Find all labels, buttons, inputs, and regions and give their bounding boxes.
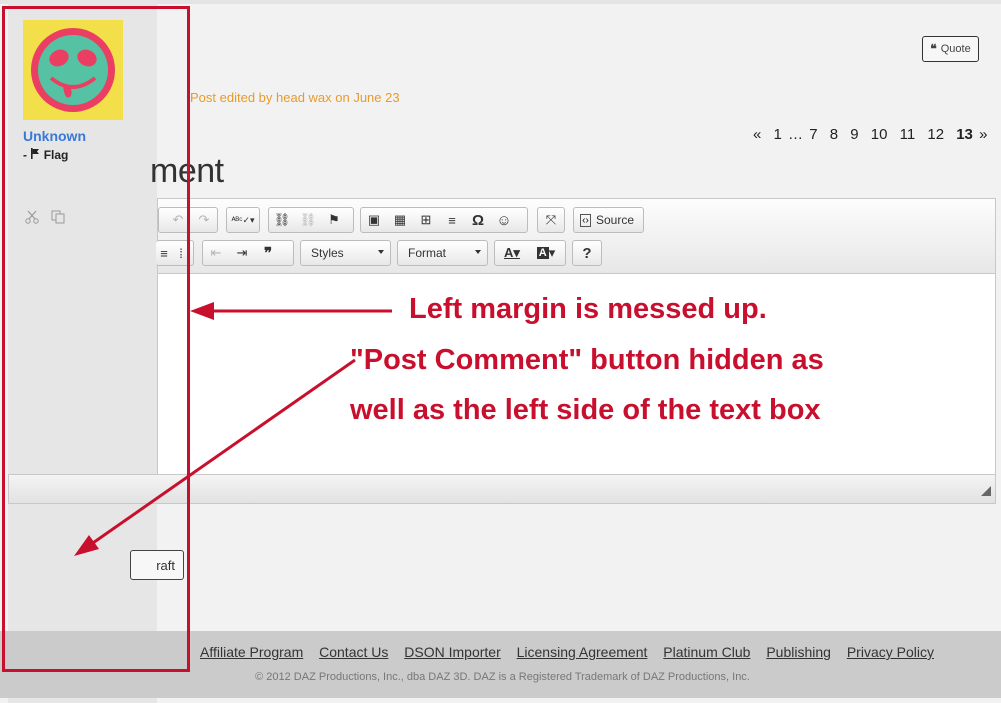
pagination: « 1 … 7 8 9 10 11 12 13 » (753, 126, 995, 143)
comment-textbox[interactable] (157, 274, 996, 474)
help-label: ? (582, 244, 592, 262)
spellcheck-icon[interactable]: ᴬᴮᶜ✓▾ (227, 208, 259, 232)
link-group: ⛓ ⛓ ⚑ (268, 207, 354, 233)
anchor-flag-icon[interactable]: ⚑ (321, 208, 347, 232)
pager-page[interactable]: 8 (830, 126, 838, 143)
pager-current: 13 (956, 126, 973, 143)
footer-link-affiliate[interactable]: Affiliate Program (200, 644, 303, 660)
format-dropdown[interactable]: Format (397, 240, 488, 266)
indent-group: ⇤ ⇥ ❞ (202, 240, 294, 266)
source-label: Source (596, 213, 635, 227)
help-button[interactable]: ? (572, 240, 602, 266)
pager-next[interactable]: » (979, 126, 987, 143)
blockquote-icon[interactable]: ❞ (255, 241, 281, 265)
footer-link-contact[interactable]: Contact Us (319, 644, 388, 660)
insert-group: ▣ ▦ ⊞ ≡ Ω ☺ (360, 207, 528, 233)
edited-note: Post edited by head wax on June 23 (190, 90, 400, 105)
table-icon[interactable]: ⊞ (413, 208, 439, 232)
omega-icon[interactable]: Ω (465, 208, 491, 232)
quote-label: Quote (940, 43, 971, 55)
smiley-icon[interactable]: ☺ (491, 208, 517, 232)
pager-ellipsis: … (788, 126, 804, 143)
footer-links: Affiliate Program Contact Us DSON Import… (200, 644, 946, 660)
footer-link-licensing[interactable]: Licensing Agreement (517, 644, 648, 660)
pager-page[interactable]: 11 (900, 126, 916, 143)
flash-icon[interactable]: ▦ (387, 208, 413, 232)
indent-icon[interactable]: ⇥ (229, 241, 255, 265)
chevron-down-icon (378, 250, 384, 254)
pager-page[interactable]: 9 (850, 126, 858, 143)
horizontal-rule-icon[interactable]: ≡ (439, 208, 465, 232)
editor-toolbar: ↶ ↷ ᴬᴮᶜ✓▾ ⛓ ⛓ ⚑ ▣ ▦ ⊞ ≡ Ω ☺ ⤧ ‹› Source … (156, 198, 996, 274)
quote-icon: ❝ (930, 42, 937, 56)
styles-label: Styles (311, 246, 344, 260)
image-icon[interactable]: ▣ (361, 208, 387, 232)
outdent-icon[interactable]: ⇤ (203, 241, 229, 265)
redo-icon[interactable]: ↷ (191, 208, 217, 232)
pager-page[interactable]: 1 (774, 126, 782, 143)
footer-link-dson[interactable]: DSON Importer (404, 644, 500, 660)
footer-link-privacy[interactable]: Privacy Policy (847, 644, 934, 660)
color-group: A▾ A ▾ (494, 240, 566, 266)
annotation-highlight-box (2, 6, 190, 672)
source-icon: ‹› (580, 213, 591, 227)
text-color-icon[interactable]: A▾ (495, 241, 529, 265)
footer-link-platinum[interactable]: Platinum Club (663, 644, 750, 660)
spellcheck-group: ᴬᴮᶜ✓▾ (226, 207, 260, 233)
pager-page[interactable]: 10 (871, 126, 888, 143)
styles-dropdown[interactable]: Styles (300, 240, 391, 266)
pager-prev[interactable]: « (753, 126, 761, 143)
chevron-down-icon (475, 250, 481, 254)
link-icon[interactable]: ⛓ (269, 208, 295, 232)
maximize-icon[interactable]: ⤧ (538, 208, 564, 232)
source-button[interactable]: ‹› Source (573, 207, 644, 233)
unlink-icon[interactable]: ⛓ (295, 208, 321, 232)
copyright: © 2012 DAZ Productions, Inc., dba DAZ 3D… (255, 671, 750, 683)
resize-handle-icon[interactable] (981, 486, 991, 496)
quote-button[interactable]: ❝ Quote (922, 36, 979, 62)
format-label: Format (408, 246, 447, 260)
pager-page[interactable]: 12 (927, 126, 944, 143)
pager-page[interactable]: 7 (809, 126, 817, 143)
bg-color-icon[interactable]: A ▾ (529, 241, 563, 265)
maximize-group: ⤧ (537, 207, 565, 233)
footer-link-publishing[interactable]: Publishing (766, 644, 831, 660)
